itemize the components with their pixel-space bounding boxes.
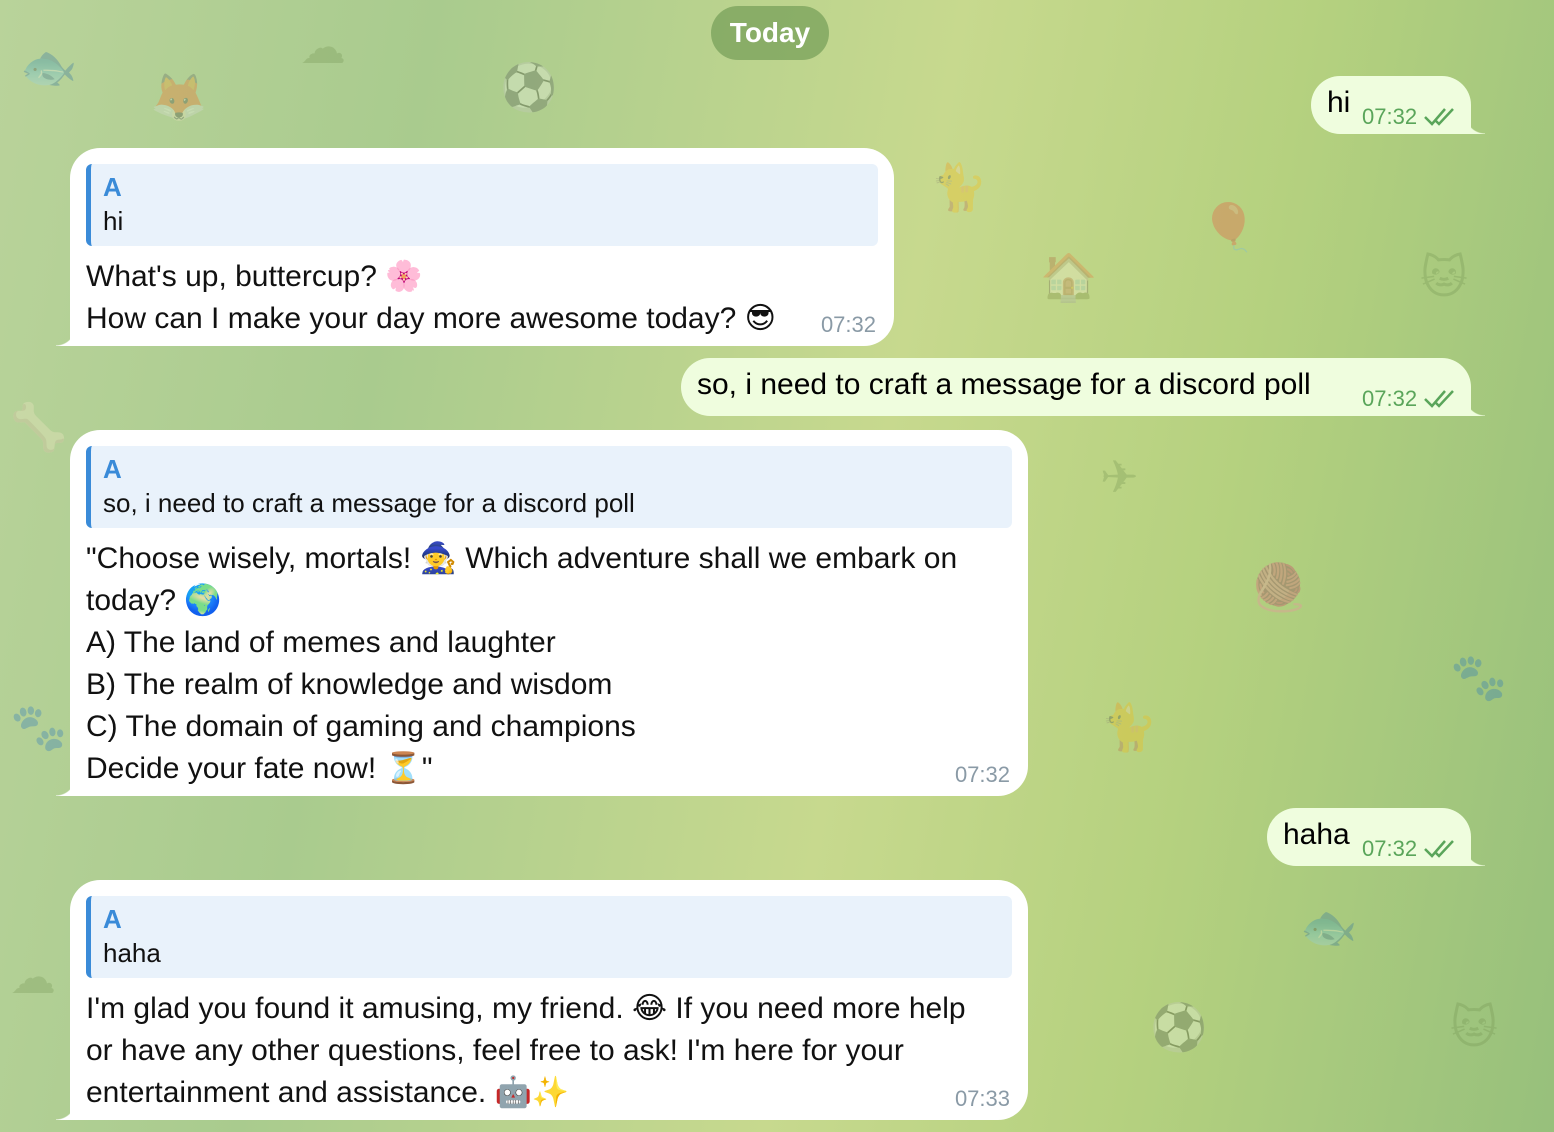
message-line: C) The domain of gaming and champions [86, 710, 636, 743]
double-check-icon [1424, 108, 1454, 126]
reply-text: so, i need to craft a message for a disc… [103, 488, 635, 518]
reply-author: A [103, 454, 122, 484]
message-line: I'm glad you found it amusing, my friend… [86, 992, 966, 1025]
reply-author: A [103, 904, 122, 934]
reply-quote[interactable]: A haha [86, 896, 1012, 978]
reply-text: hi [103, 206, 124, 236]
message-line: How can I make your day more awesome tod… [86, 302, 776, 335]
outgoing-message[interactable]: hi 07:32 [1311, 76, 1485, 134]
message-time: 07:32 [1362, 836, 1418, 861]
message-line: today? 🌍 [86, 584, 222, 617]
message-text: so, i need to craft a message for a disc… [697, 368, 1311, 401]
message-line: A) The land of memes and laughter [86, 626, 556, 659]
message-time: 07:32 [954, 762, 1010, 787]
double-check-icon [1424, 840, 1454, 858]
message-time: 07:32 [1362, 386, 1418, 411]
date-separator: Today [711, 6, 829, 60]
reply-quote[interactable]: A so, i need to craft a message for a di… [86, 446, 1012, 528]
message-text: hi [1327, 86, 1351, 119]
incoming-message[interactable]: A haha I'm glad you found it amusing, my… [56, 880, 1028, 1120]
outgoing-message[interactable]: haha 07:32 [1267, 808, 1485, 866]
message-line: or have any other questions, feel free t… [86, 1034, 904, 1067]
message-line: What's up, buttercup? 🌸 [86, 260, 423, 293]
message-time: 07:32 [1362, 104, 1418, 129]
double-check-icon [1424, 390, 1454, 408]
reply-quote[interactable]: A hi [86, 164, 878, 246]
reply-author: A [103, 172, 122, 202]
message-line: "Choose wisely, mortals! 🧙 Which adventu… [86, 542, 958, 575]
message-line: Decide your fate now! ⏳" [86, 752, 433, 785]
incoming-message[interactable]: A so, i need to craft a message for a di… [56, 430, 1028, 796]
message-line: B) The realm of knowledge and wisdom [86, 668, 613, 701]
message-text: haha [1283, 818, 1350, 851]
reply-text: haha [103, 938, 161, 968]
message-line: entertainment and assistance. 🤖✨ [86, 1076, 570, 1109]
outgoing-message[interactable]: so, i need to craft a message for a disc… [681, 358, 1485, 416]
message-time: 07:33 [954, 1086, 1010, 1111]
incoming-message[interactable]: A hi What's up, buttercup? 🌸 How can I m… [56, 148, 894, 346]
message-time: 07:32 [820, 312, 876, 337]
